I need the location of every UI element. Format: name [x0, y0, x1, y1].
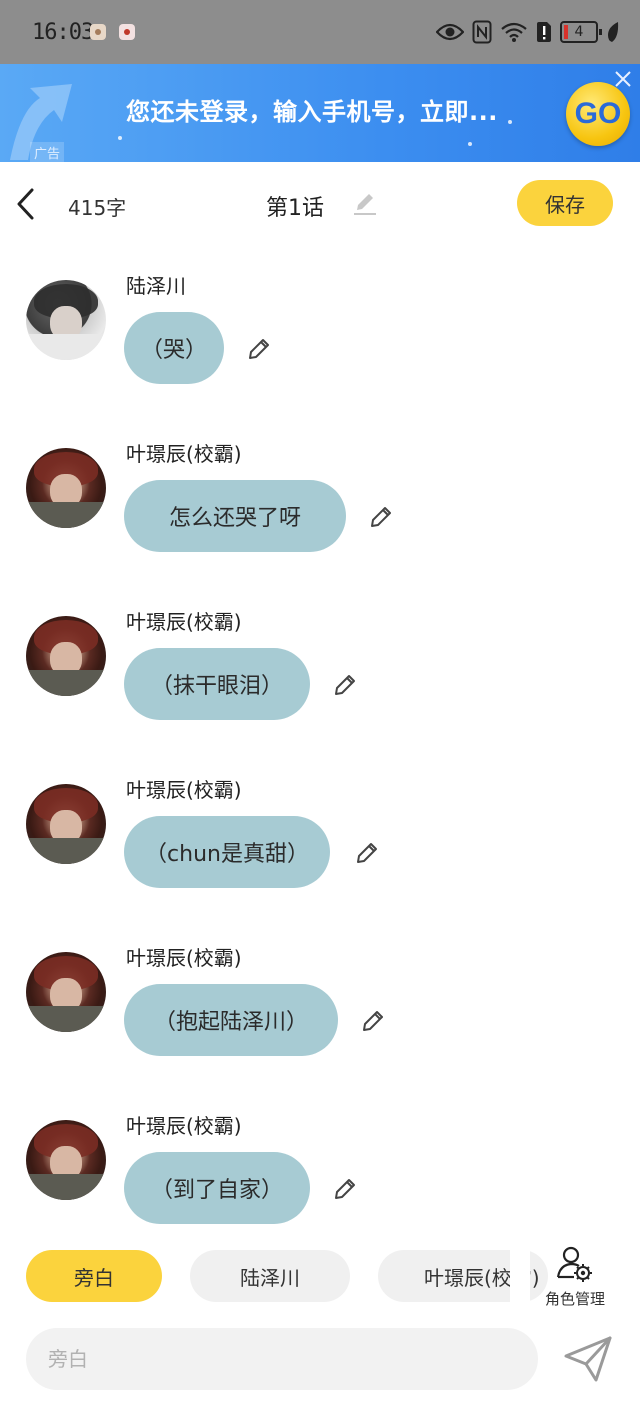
back-icon[interactable]: [12, 186, 42, 222]
pencil-icon[interactable]: [352, 190, 378, 216]
send-icon[interactable]: [562, 1334, 614, 1384]
battery-icon: 4: [560, 21, 602, 43]
message-item[interactable]: 陆泽川 （哭）: [0, 262, 640, 402]
save-button[interactable]: 保存: [517, 180, 613, 226]
speaker-name: 叶璟辰(校霸): [126, 778, 242, 802]
speaker-name: 叶璟辰(校霸): [126, 442, 242, 466]
pencil-icon[interactable]: [332, 1176, 358, 1202]
status-time: 16:03: [32, 20, 94, 45]
message-bubble[interactable]: （哭）: [124, 312, 224, 384]
avatar[interactable]: [26, 784, 106, 864]
role-chip[interactable]: 陆泽川: [190, 1250, 350, 1302]
avatar[interactable]: [26, 448, 106, 528]
message-bubble[interactable]: （chun是真甜）: [124, 816, 330, 888]
speaker-name: 陆泽川: [126, 274, 186, 298]
speaker-name: 叶璟辰(校霸): [126, 610, 242, 634]
nfc-icon: [472, 20, 492, 44]
leaf-icon: [608, 22, 619, 42]
avatar[interactable]: [26, 952, 106, 1032]
ad-go-button[interactable]: GO: [566, 82, 630, 146]
pencil-icon[interactable]: [360, 1008, 386, 1034]
message-item[interactable]: 叶璟辰(校霸) （到了自家）: [0, 1102, 640, 1242]
avatar[interactable]: [26, 1120, 106, 1200]
speaker-name: 叶璟辰(校霸): [126, 946, 242, 970]
user-settings-icon: [556, 1246, 592, 1282]
role-manage-button[interactable]: 角色管理: [530, 1242, 620, 1312]
editor-header: 415字 第1话 保存: [0, 162, 640, 246]
message-bubble[interactable]: （抹干眼泪）: [124, 648, 310, 720]
message-item[interactable]: 叶璟辰(校霸) （抹干眼泪）: [0, 598, 640, 738]
close-icon[interactable]: [612, 68, 634, 90]
pencil-icon[interactable]: [246, 336, 272, 362]
chapter-title[interactable]: 第1话: [266, 190, 324, 222]
status-bar: 16:03 4: [0, 0, 640, 64]
pencil-icon[interactable]: [332, 672, 358, 698]
message-bubble[interactable]: （到了自家）: [124, 1152, 310, 1224]
battery-level: 4: [574, 24, 584, 40]
message-item[interactable]: 叶璟辰(校霸) （chun是真甜）: [0, 766, 640, 906]
role-selector: 旁白 陆泽川 叶璟辰(校霸) 角色管理: [0, 1236, 640, 1320]
message-bubble[interactable]: 怎么还哭了呀: [124, 480, 346, 552]
notification-app-icon: [90, 24, 106, 40]
speaker-name: 叶璟辰(校霸): [126, 1114, 242, 1138]
avatar[interactable]: [26, 616, 106, 696]
status-icons: 4: [436, 18, 620, 46]
ad-banner[interactable]: 您还未登录，输入手机号，立即... 广告 GO: [0, 64, 640, 162]
message-bubble[interactable]: （抱起陆泽川）: [124, 984, 338, 1056]
role-chip[interactable]: 旁白: [26, 1250, 162, 1302]
notification-app-icon: [119, 24, 135, 40]
eye-icon: [436, 23, 464, 41]
sparkle-decoration: [118, 136, 122, 140]
pencil-icon[interactable]: [368, 504, 394, 530]
message-item[interactable]: 叶璟辰(校霸) 怎么还哭了呀: [0, 430, 640, 570]
message-item[interactable]: 叶璟辰(校霸) （抱起陆泽川）: [0, 934, 640, 1074]
composer: [0, 1320, 640, 1408]
ad-text: 您还未登录，输入手机号，立即...: [126, 98, 498, 126]
avatar[interactable]: [26, 280, 106, 360]
role-manage-label: 角色管理: [544, 1290, 605, 1308]
pencil-icon[interactable]: [354, 840, 380, 866]
sim-alert-icon: [537, 22, 551, 42]
ad-tag: 广告: [30, 142, 65, 162]
message-input[interactable]: [26, 1328, 538, 1390]
word-count: 415字: [68, 196, 127, 220]
sparkle-decoration: [508, 120, 512, 124]
sparkle-decoration: [468, 142, 472, 146]
wifi-icon: [501, 22, 527, 42]
chip-overflow-mask: [510, 1236, 530, 1320]
